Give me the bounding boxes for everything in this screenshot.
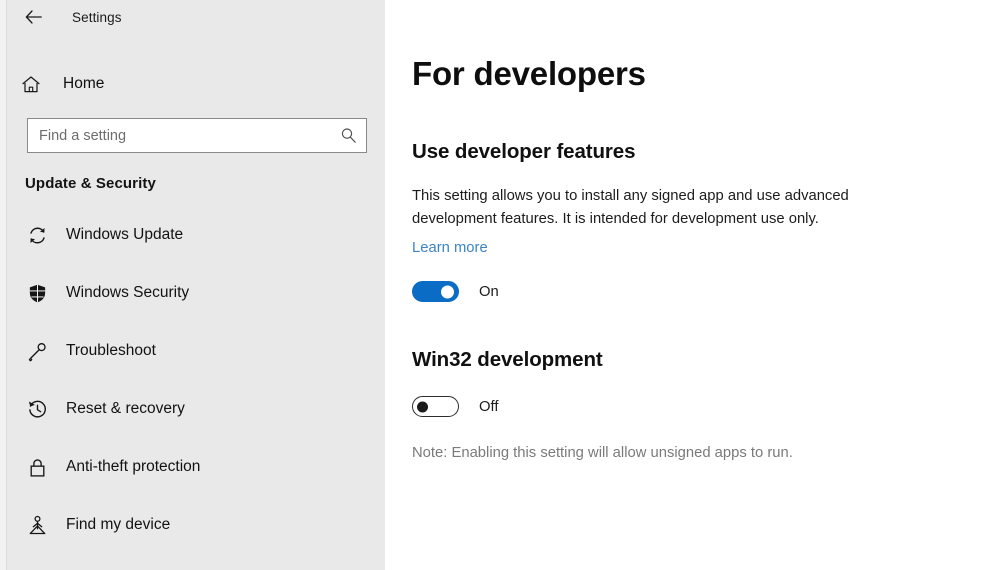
- search-input[interactable]: [39, 128, 338, 144]
- win32-development-toggle-state: Off: [479, 399, 498, 415]
- developer-features-toggle-state: On: [479, 284, 499, 300]
- sidebar-item-troubleshoot-label: Troubleshoot: [66, 342, 156, 360]
- wrench-icon: [25, 339, 49, 363]
- home-icon: [21, 73, 47, 95]
- app-title: Settings: [72, 10, 122, 25]
- sidebar-item-find-my-device-label: Find my device: [66, 516, 170, 534]
- sidebar-item-reset-recovery[interactable]: Reset & recovery: [7, 380, 385, 438]
- titlebar: Settings: [7, 0, 385, 34]
- history-clock-icon: [25, 397, 49, 421]
- sidebar-item-find-my-device[interactable]: Find my device: [7, 496, 385, 554]
- search-box[interactable]: [27, 118, 367, 153]
- sidebar-item-windows-security[interactable]: Windows Security: [7, 264, 385, 322]
- back-button[interactable]: [18, 3, 48, 31]
- sidebar-nav-list: Windows Update Windows Security: [7, 206, 385, 554]
- win32-development-toggle[interactable]: [412, 396, 459, 417]
- page-title: For developers: [412, 57, 983, 90]
- back-arrow-icon: [25, 10, 42, 24]
- shield-icon: [25, 281, 49, 305]
- refresh-sync-icon: [25, 223, 49, 247]
- learn-more-link[interactable]: Learn more: [412, 240, 488, 256]
- main-content: For developers Use developer features Th…: [385, 0, 983, 570]
- sidebar-item-home-label: Home: [63, 75, 104, 93]
- sidebar-item-windows-update-label: Windows Update: [66, 226, 183, 244]
- win32-development-toggle-row: Off: [412, 396, 983, 417]
- section-heading-use-developer-features: Use developer features: [412, 140, 983, 164]
- sidebar: Settings Home Update & Security: [0, 0, 385, 570]
- section-heading-win32-development: Win32 development: [412, 348, 983, 372]
- sidebar-item-anti-theft-protection-label: Anti-theft protection: [66, 458, 200, 476]
- toggle-knob: [417, 401, 428, 412]
- sidebar-item-windows-security-label: Windows Security: [66, 284, 189, 302]
- toggle-knob: [441, 285, 454, 298]
- window-left-edge-strip: [0, 0, 7, 570]
- settings-window: Settings Home Update & Security: [0, 0, 983, 570]
- developer-features-toggle-row: On: [412, 281, 983, 302]
- search-icon[interactable]: [338, 126, 358, 146]
- sidebar-item-home[interactable]: Home: [7, 64, 385, 104]
- sidebar-item-windows-update[interactable]: Windows Update: [7, 206, 385, 264]
- lock-icon: [25, 455, 49, 479]
- win32-development-note: Note: Enabling this setting will allow u…: [412, 445, 983, 461]
- sidebar-section-header: Update & Security: [25, 175, 385, 192]
- section-description-use-developer-features: This setting allows you to install any s…: [412, 185, 912, 230]
- sidebar-item-reset-recovery-label: Reset & recovery: [66, 400, 185, 418]
- developer-features-toggle[interactable]: [412, 281, 459, 302]
- sidebar-item-troubleshoot[interactable]: Troubleshoot: [7, 322, 385, 380]
- find-device-icon: [25, 513, 49, 537]
- sidebar-item-anti-theft-protection[interactable]: Anti-theft protection: [7, 438, 385, 496]
